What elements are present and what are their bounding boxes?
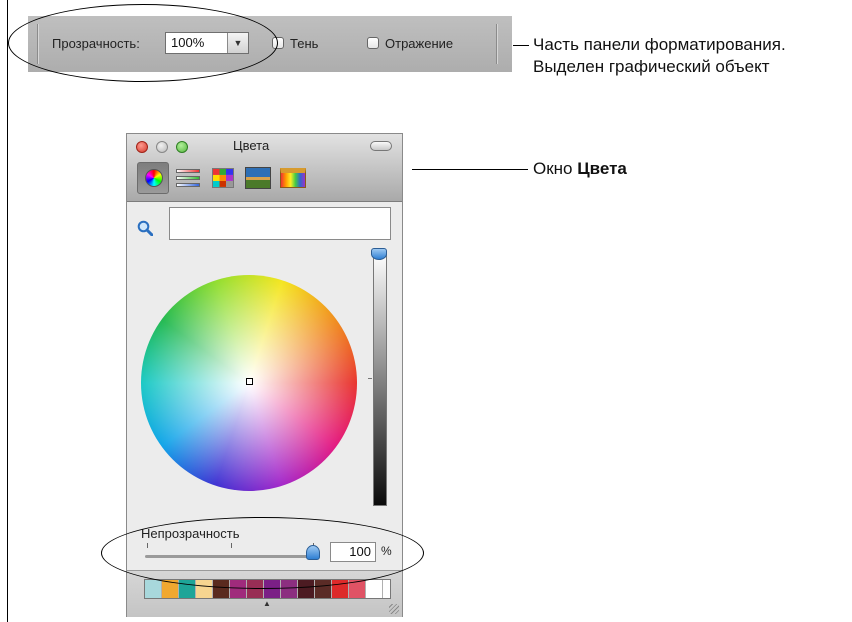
image-palettes-icon xyxy=(245,167,271,189)
callout-window-prefix: Окно xyxy=(533,159,578,178)
brightness-slider-thumb[interactable] xyxy=(371,248,387,260)
search-icon[interactable] xyxy=(137,220,153,236)
resize-grip-icon[interactable] xyxy=(389,604,399,614)
crayons-icon xyxy=(280,168,306,188)
callout-line-format-bar xyxy=(513,45,529,46)
reflection-checkbox[interactable] xyxy=(367,37,379,49)
page-rule xyxy=(7,0,8,622)
highlight-ellipse-format-bar xyxy=(8,4,278,82)
color-sliders-icon xyxy=(176,168,200,188)
toolbar-toggle-button[interactable] xyxy=(370,141,392,151)
color-swatch[interactable] xyxy=(366,580,383,598)
drawer-handle-icon[interactable]: ▲ xyxy=(263,599,271,608)
highlight-ellipse-opacity xyxy=(101,517,424,589)
tab-image-palettes[interactable] xyxy=(242,162,274,194)
tab-color-sliders[interactable] xyxy=(172,162,204,194)
minimize-button[interactable] xyxy=(156,141,168,153)
window-title: Цвета xyxy=(233,138,270,153)
callout-format-bar-line2: Выделен графический объект xyxy=(533,57,770,76)
reflection-label: Отражение xyxy=(385,36,454,51)
zoom-button[interactable] xyxy=(176,141,188,153)
shadow-label: Тень xyxy=(290,36,319,51)
title-bar[interactable]: Цвета xyxy=(127,134,402,202)
tab-crayons[interactable] xyxy=(277,162,309,194)
callout-format-bar: Часть панели форматирования. Выделен гра… xyxy=(533,34,786,78)
callout-line-colors-window xyxy=(412,169,528,170)
color-wheel-cursor[interactable] xyxy=(246,378,253,385)
callout-window-name: Цвета xyxy=(577,159,627,178)
callout-format-bar-line1: Часть панели форматирования. xyxy=(533,35,786,54)
color-swatch[interactable] xyxy=(145,580,162,598)
color-wheel-icon xyxy=(145,169,163,187)
color-palettes-icon xyxy=(212,168,234,188)
close-button[interactable] xyxy=(136,141,148,153)
tab-color-palettes[interactable] xyxy=(207,162,239,194)
tab-color-wheel[interactable] xyxy=(137,162,169,194)
search-input[interactable] xyxy=(169,207,391,240)
callout-colors-window: Окно Цвета xyxy=(533,158,627,180)
brightness-slider[interactable] xyxy=(373,251,387,506)
toolbar-separator xyxy=(496,24,497,64)
brightness-tick xyxy=(368,378,372,379)
